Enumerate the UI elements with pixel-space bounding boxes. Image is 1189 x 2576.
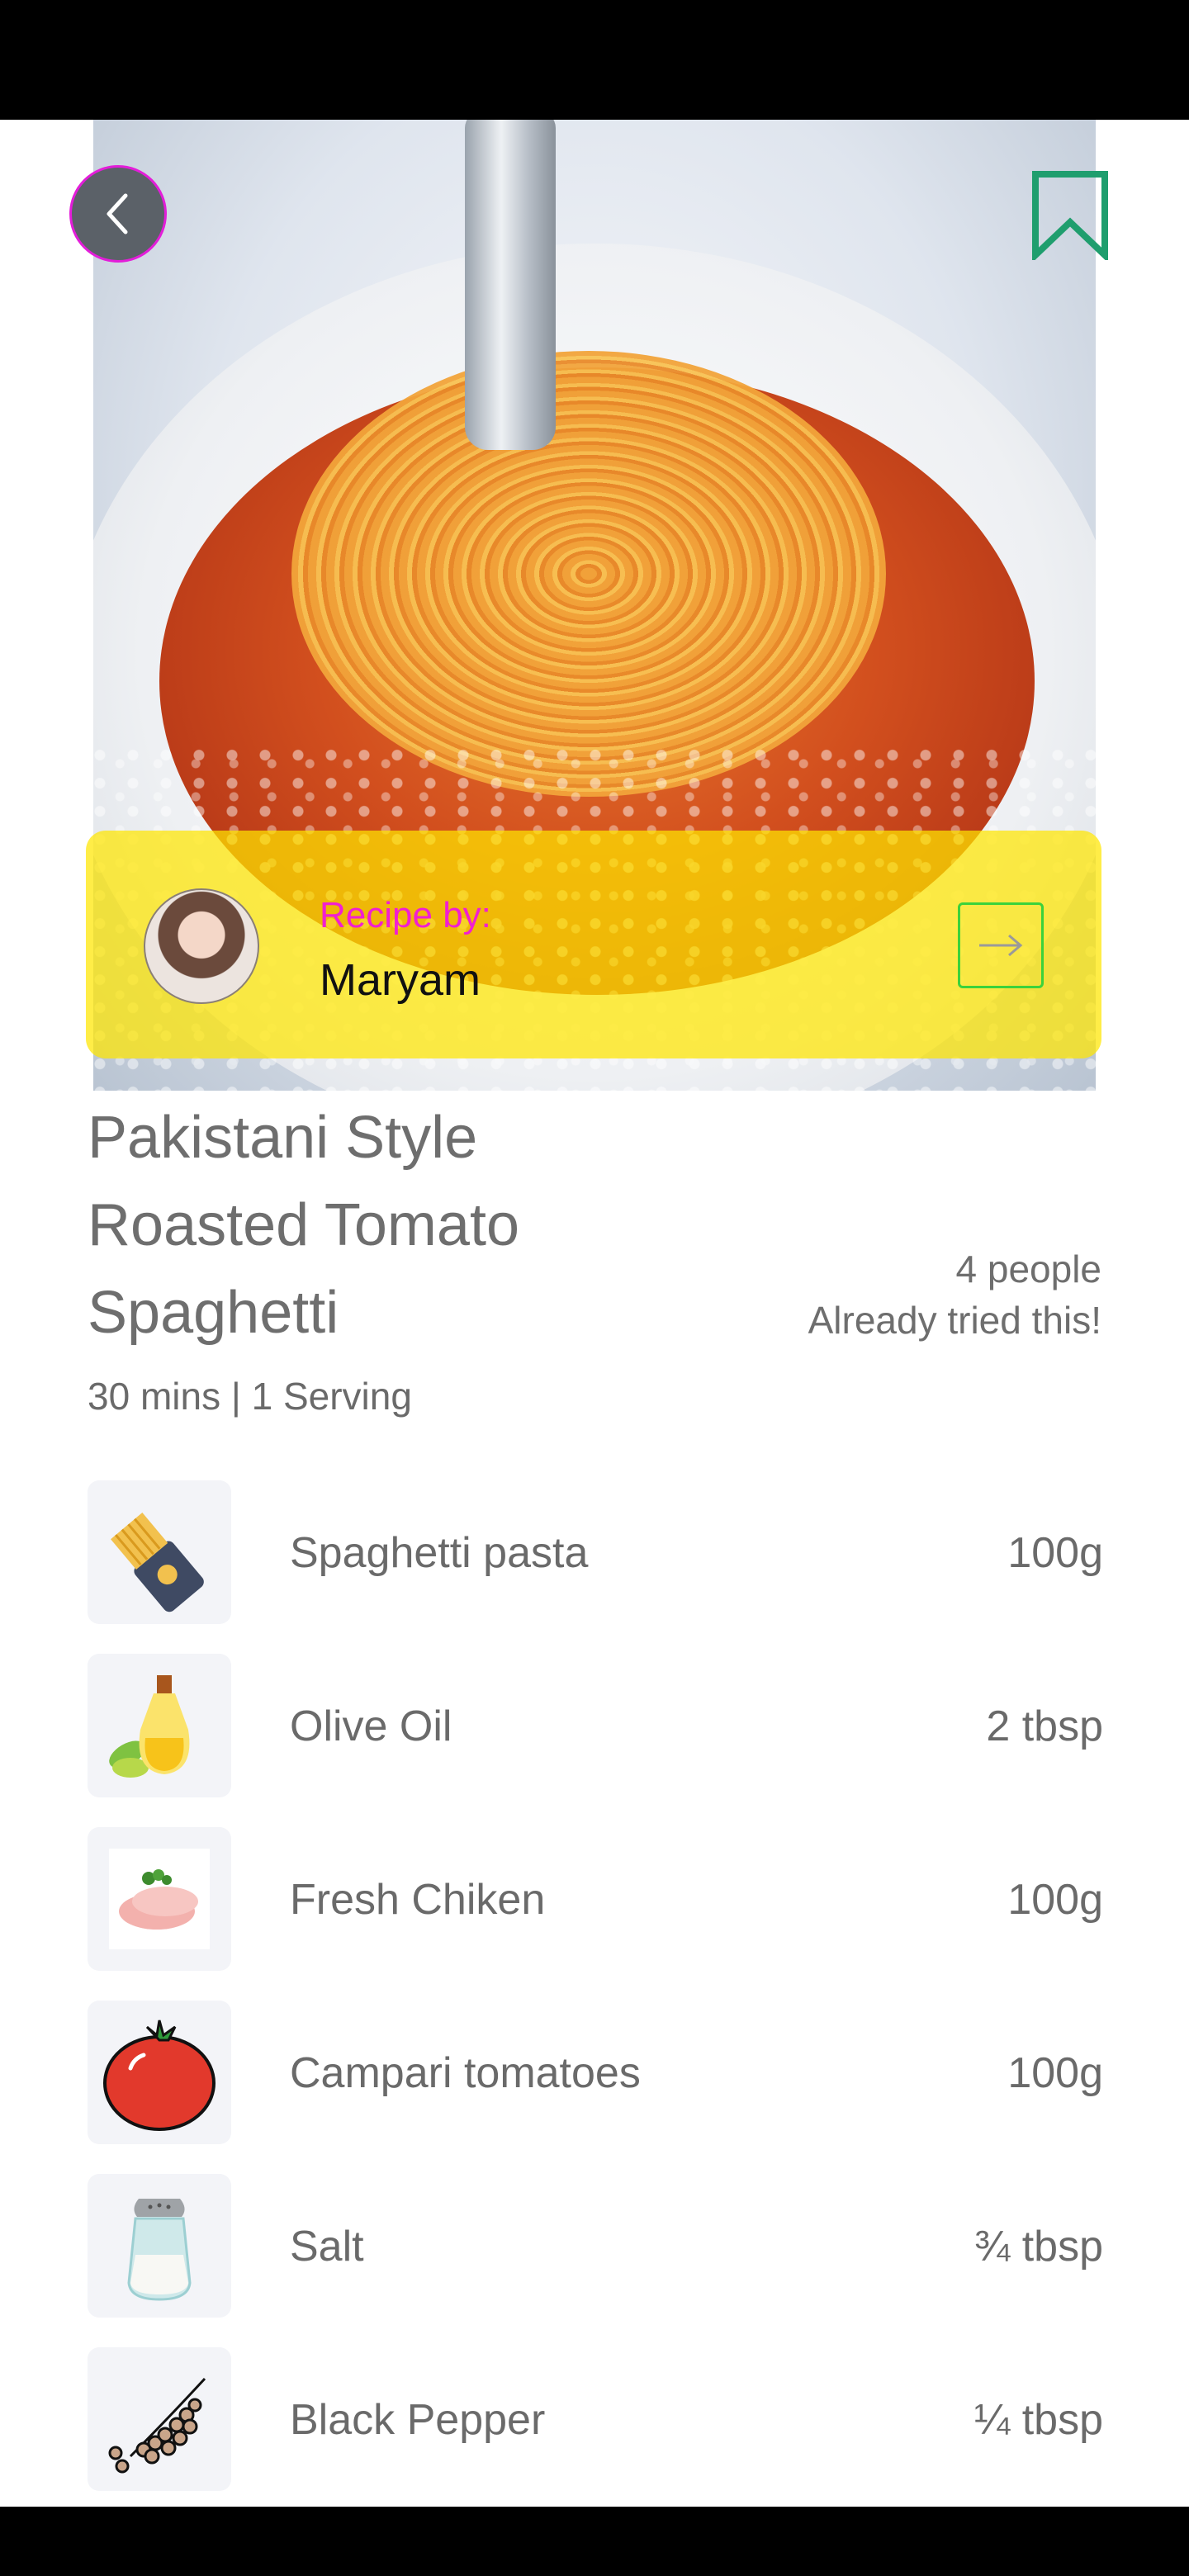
ingredient-quantity: 100g (1007, 2049, 1103, 2097)
ingredient-name: Campari tomatoes (290, 2049, 641, 2097)
ingredient-row[interactable]: Fresh Chiken 100g (88, 1827, 1103, 1971)
ingredient-list: Spaghetti pasta 100g Olive Oil 2 tbsp Fr… (88, 1480, 1103, 2521)
recipe-by-label: Recipe by: (320, 895, 491, 935)
fork (465, 120, 556, 450)
author-card[interactable]: Recipe by: Maryam (86, 831, 1101, 1058)
ingredient-quantity: 100g (1007, 1529, 1103, 1577)
ingredient-quantity: 100g (1007, 1876, 1103, 1924)
back-button[interactable] (69, 165, 167, 263)
tried-count: 4 people Already tried this! (808, 1243, 1101, 1346)
navigation-bar (0, 2507, 1189, 2576)
black-pepper-icon (88, 2347, 231, 2491)
recipe-title: Pakistani Style Roasted Tomato Spaghetti (88, 1105, 519, 1346)
ingredient-name: Fresh Chiken (290, 1876, 546, 1924)
author-name[interactable]: Maryam (320, 954, 481, 1006)
ingredient-name: Salt (290, 2223, 364, 2271)
ingredient-row[interactable]: Campari tomatoes 100g (88, 2001, 1103, 2144)
avatar[interactable] (144, 888, 259, 1004)
ingredient-name: Spaghetti pasta (290, 1529, 589, 1577)
ingredient-row[interactable]: Salt ¾ tbsp (88, 2174, 1103, 2318)
ingredient-row[interactable]: Black Pepper ¼ tbsp (88, 2347, 1103, 2491)
spaghetti-swirl (291, 351, 886, 797)
ingredient-quantity: 2 tbsp (986, 1702, 1103, 1750)
salt-shaker-icon (88, 2174, 231, 2318)
bookmark-icon (1032, 171, 1108, 260)
ingredient-name: Olive Oil (290, 1702, 452, 1750)
author-profile-button[interactable] (958, 902, 1044, 988)
ingredient-row[interactable]: Spaghetti pasta 100g (88, 1480, 1103, 1624)
ingredient-row[interactable]: Olive Oil 2 tbsp (88, 1654, 1103, 1797)
olive-oil-icon (88, 1654, 231, 1797)
status-bar (0, 0, 1189, 120)
pasta-pack-icon (88, 1480, 231, 1624)
arrow-right-icon (979, 934, 1023, 957)
chevron-left-icon (107, 193, 128, 234)
ingredient-quantity: ¼ tbsp (973, 2396, 1103, 2444)
ingredient-quantity: ¾ tbsp (973, 2223, 1103, 2271)
ingredient-name: Black Pepper (290, 2396, 546, 2444)
tomato-icon (88, 2001, 231, 2144)
tried-count-number: 4 people (955, 1248, 1102, 1290)
tried-count-label: Already tried this! (808, 1299, 1101, 1342)
recipe-meta: 30 mins | 1 Serving (88, 1375, 412, 1418)
chicken-icon (88, 1827, 231, 1971)
bookmark-button[interactable] (1030, 169, 1110, 260)
